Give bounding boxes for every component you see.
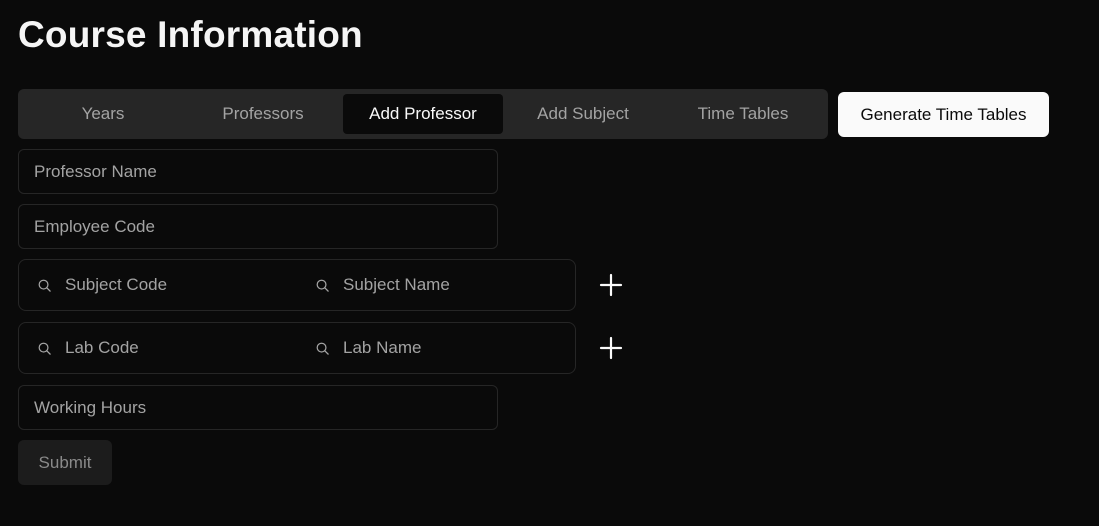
lab-code-input[interactable] xyxy=(65,338,285,358)
subject-code-input[interactable] xyxy=(65,275,285,295)
professor-name-input[interactable] xyxy=(18,149,498,194)
subject-selector xyxy=(18,259,576,311)
lab-name-input[interactable] xyxy=(343,338,563,358)
submit-button[interactable]: Submit xyxy=(18,440,112,485)
search-icon xyxy=(316,279,329,292)
tab-add-subject[interactable]: Add Subject xyxy=(503,94,663,134)
subject-name-search[interactable] xyxy=(297,260,575,310)
lab-name-search[interactable] xyxy=(297,323,575,373)
search-icon xyxy=(38,342,51,355)
plus-icon xyxy=(599,273,623,297)
lab-selector xyxy=(18,322,576,374)
tab-professors[interactable]: Professors xyxy=(183,94,343,134)
add-lab-plus-icon[interactable] xyxy=(596,333,626,363)
page-title: Course Information xyxy=(18,14,363,55)
tab-add-professor[interactable]: Add Professor xyxy=(343,94,503,134)
tab-time-tables[interactable]: Time Tables xyxy=(663,94,823,134)
working-hours-input[interactable] xyxy=(18,385,498,430)
tab-bar: Years Professors Add Professor Add Subje… xyxy=(18,89,828,139)
search-icon xyxy=(316,342,329,355)
add-subject-plus-icon[interactable] xyxy=(596,270,626,300)
generate-time-tables-button[interactable]: Generate Time Tables xyxy=(838,92,1049,137)
lab-code-search[interactable] xyxy=(19,323,297,373)
employee-code-input[interactable] xyxy=(18,204,498,249)
plus-icon xyxy=(599,336,623,360)
search-icon xyxy=(38,279,51,292)
tab-years[interactable]: Years xyxy=(23,94,183,134)
subject-code-search[interactable] xyxy=(19,260,297,310)
subject-name-input[interactable] xyxy=(343,275,563,295)
course-information-page: Course Information Years Professors Add … xyxy=(0,0,1099,526)
